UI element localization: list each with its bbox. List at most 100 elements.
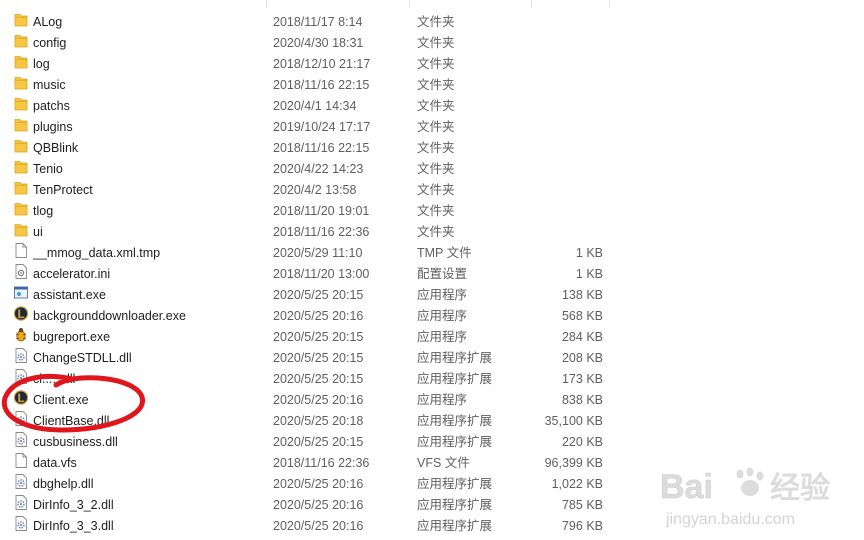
- folder-icon: [14, 159, 28, 180]
- file-row[interactable]: backgrounddownloader.exe 2020/5/25 20:16 应…: [0, 306, 864, 327]
- dll-gear-icon: [14, 369, 28, 390]
- file-name[interactable]: music: [33, 75, 66, 96]
- folder-icon: [14, 54, 28, 75]
- file-row[interactable]: __mmog_data.xml.tmp 2020/5/29 11:10 TMP 文件…: [0, 243, 864, 264]
- file-row[interactable]: ChangeSTDLL.dll 2020/5/25 20:15 应用程序扩展 208 …: [0, 348, 864, 369]
- file-row[interactable]: ALog 2018/11/17 8:14 文件夹: [0, 12, 864, 33]
- file-name[interactable]: ClientBase.dll: [33, 411, 109, 432]
- file-type: 应用程序扩展: [417, 351, 493, 365]
- file-name[interactable]: log: [33, 54, 50, 75]
- file-name[interactable]: config: [33, 33, 66, 54]
- file-size: [520, 222, 603, 243]
- file-name[interactable]: QBBlink: [33, 138, 78, 159]
- file-row[interactable]: dbghelp.dll 2020/5/25 20:16 应用程序扩展 1,022 KB: [0, 474, 864, 495]
- file-row[interactable]: bugreport.exe 2020/5/25 20:15 应用程序 284 KB: [0, 327, 864, 348]
- file-row[interactable]: patchs 2020/4/1 14:34 文件夹: [0, 96, 864, 117]
- file-type: 应用程序: [417, 330, 468, 344]
- file-name[interactable]: DirInfo_3_3.dll: [33, 516, 114, 537]
- file-date: 2020/4/2 13:58: [273, 183, 357, 197]
- file-date: 2020/4/1 14:34: [273, 99, 357, 113]
- file-type: 文件夹: [417, 57, 455, 71]
- file-size: [520, 180, 603, 201]
- file-row[interactable]: cusbusiness.dll 2020/5/25 20:15 应用程序扩展 220 …: [0, 432, 864, 453]
- file-row[interactable]: TenProtect 2020/4/2 13:58 文件夹: [0, 180, 864, 201]
- file-type: 文件夹: [417, 78, 455, 92]
- file-name[interactable]: patchs: [33, 96, 70, 117]
- file-date: 2018/11/16 22:36: [273, 225, 370, 239]
- file-type: VFS 文件: [417, 456, 470, 470]
- file-date: 2020/5/25 20:15: [273, 435, 364, 449]
- file-row[interactable]: config 2020/4/30 18:31 文件夹: [0, 33, 864, 54]
- file-type: 应用程序扩展: [417, 498, 493, 512]
- dll-gear-icon: [14, 348, 28, 369]
- file-date: 2020/4/22 14:23: [273, 162, 364, 176]
- file-name[interactable]: Client.exe: [33, 390, 89, 411]
- file-row[interactable]: ui 2018/11/16 22:36 文件夹: [0, 222, 864, 243]
- file-icon: [14, 243, 28, 264]
- column-divider[interactable]: [531, 0, 532, 8]
- file-row[interactable]: Client.exe 2020/5/25 20:16 应用程序 838 KB: [0, 390, 864, 411]
- file-row[interactable]: ClientBase.dll 2020/5/25 20:18 应用程序扩展 35,10…: [0, 411, 864, 432]
- file-row[interactable]: log 2018/12/10 21:17 文件夹: [0, 54, 864, 75]
- file-type: 配置设置: [417, 267, 468, 281]
- file-icon: [14, 453, 28, 474]
- file-name[interactable]: tlog: [33, 201, 53, 222]
- file-name[interactable]: DirInfo_3_2.dll: [33, 495, 114, 516]
- file-date: 2020/5/25 20:16: [273, 477, 364, 491]
- file-row[interactable]: DirInfo_3_3.dll 2020/5/25 20:16 应用程序扩展 796 …: [0, 516, 864, 537]
- file-name[interactable]: bugreport.exe: [33, 327, 110, 348]
- league-logo-icon: [13, 390, 29, 411]
- file-name[interactable]: dbghelp.dll: [33, 474, 93, 495]
- file-size: 96,399 KB: [544, 456, 603, 470]
- dll-gear-icon: [14, 516, 28, 537]
- file-name[interactable]: ChangeSTDLL.dll: [33, 348, 132, 369]
- file-date: 2018/11/16 22:15: [273, 141, 370, 155]
- column-divider[interactable]: [609, 0, 610, 8]
- dll-gear-icon: [14, 432, 28, 453]
- league-logo-icon: [13, 306, 29, 327]
- file-row[interactable]: accelerator.ini 2018/11/20 13:00 配置设置 1 KB: [0, 264, 864, 285]
- file-name[interactable]: Tenio: [33, 159, 63, 180]
- file-type: 应用程序扩展: [417, 372, 493, 386]
- file-name[interactable]: ui: [33, 222, 43, 243]
- file-size: [520, 96, 603, 117]
- file-type: 应用程序: [417, 393, 468, 407]
- file-name[interactable]: ALog: [33, 12, 62, 33]
- file-size: 838 KB: [561, 393, 603, 407]
- file-name[interactable]: __mmog_data.xml.tmp: [33, 243, 160, 264]
- file-name[interactable]: ci......dll: [33, 369, 75, 390]
- column-divider[interactable]: [409, 0, 410, 8]
- file-type: 文件夹: [417, 141, 455, 155]
- file-row[interactable]: plugins 2019/10/24 17:17 文件夹: [0, 117, 864, 138]
- folder-icon: [14, 201, 28, 222]
- file-row[interactable]: assistant.exe 2020/5/25 20:15 应用程序 138 KB: [0, 285, 864, 306]
- file-size: 138 KB: [561, 288, 603, 302]
- file-name[interactable]: accelerator.ini: [33, 264, 110, 285]
- file-row[interactable]: data.vfs 2018/11/16 22:36 VFS 文件 96,399 KB: [0, 453, 864, 474]
- column-divider[interactable]: [266, 0, 267, 8]
- file-row[interactable]: QBBlink 2018/11/16 22:15 文件夹: [0, 138, 864, 159]
- file-name[interactable]: data.vfs: [33, 453, 77, 474]
- dll-gear-icon: [14, 474, 28, 495]
- file-type: 文件夹: [417, 183, 455, 197]
- file-name[interactable]: backgrounddownloader.exe: [33, 306, 186, 327]
- file-size: [520, 12, 603, 33]
- file-type: 文件夹: [417, 162, 455, 176]
- file-row[interactable]: ci......dll 2020/5/25 20:15 应用程序扩展 173 KB: [0, 369, 864, 390]
- file-row[interactable]: DirInfo_3_2.dll 2020/5/25 20:16 应用程序扩展 785 …: [0, 495, 864, 516]
- file-size: 1 KB: [575, 246, 603, 260]
- file-date: 2018/11/20 19:01: [273, 204, 370, 218]
- file-date: 2020/5/25 20:15: [273, 372, 364, 386]
- file-name[interactable]: cusbusiness.dll: [33, 432, 118, 453]
- file-row[interactable]: music 2018/11/16 22:15 文件夹: [0, 75, 864, 96]
- file-name[interactable]: TenProtect: [33, 180, 93, 201]
- file-row[interactable]: Tenio 2020/4/22 14:23 文件夹: [0, 159, 864, 180]
- file-type: 应用程序扩展: [417, 414, 493, 428]
- folder-icon: [14, 138, 28, 159]
- file-date: 2018/11/16 22:36: [273, 456, 370, 470]
- file-date: 2018/12/10 21:17: [273, 57, 371, 71]
- file-name[interactable]: plugins: [33, 117, 73, 138]
- file-type: 文件夹: [417, 225, 455, 239]
- file-name[interactable]: assistant.exe: [33, 285, 106, 306]
- file-row[interactable]: tlog 2018/11/20 19:01 文件夹: [0, 201, 864, 222]
